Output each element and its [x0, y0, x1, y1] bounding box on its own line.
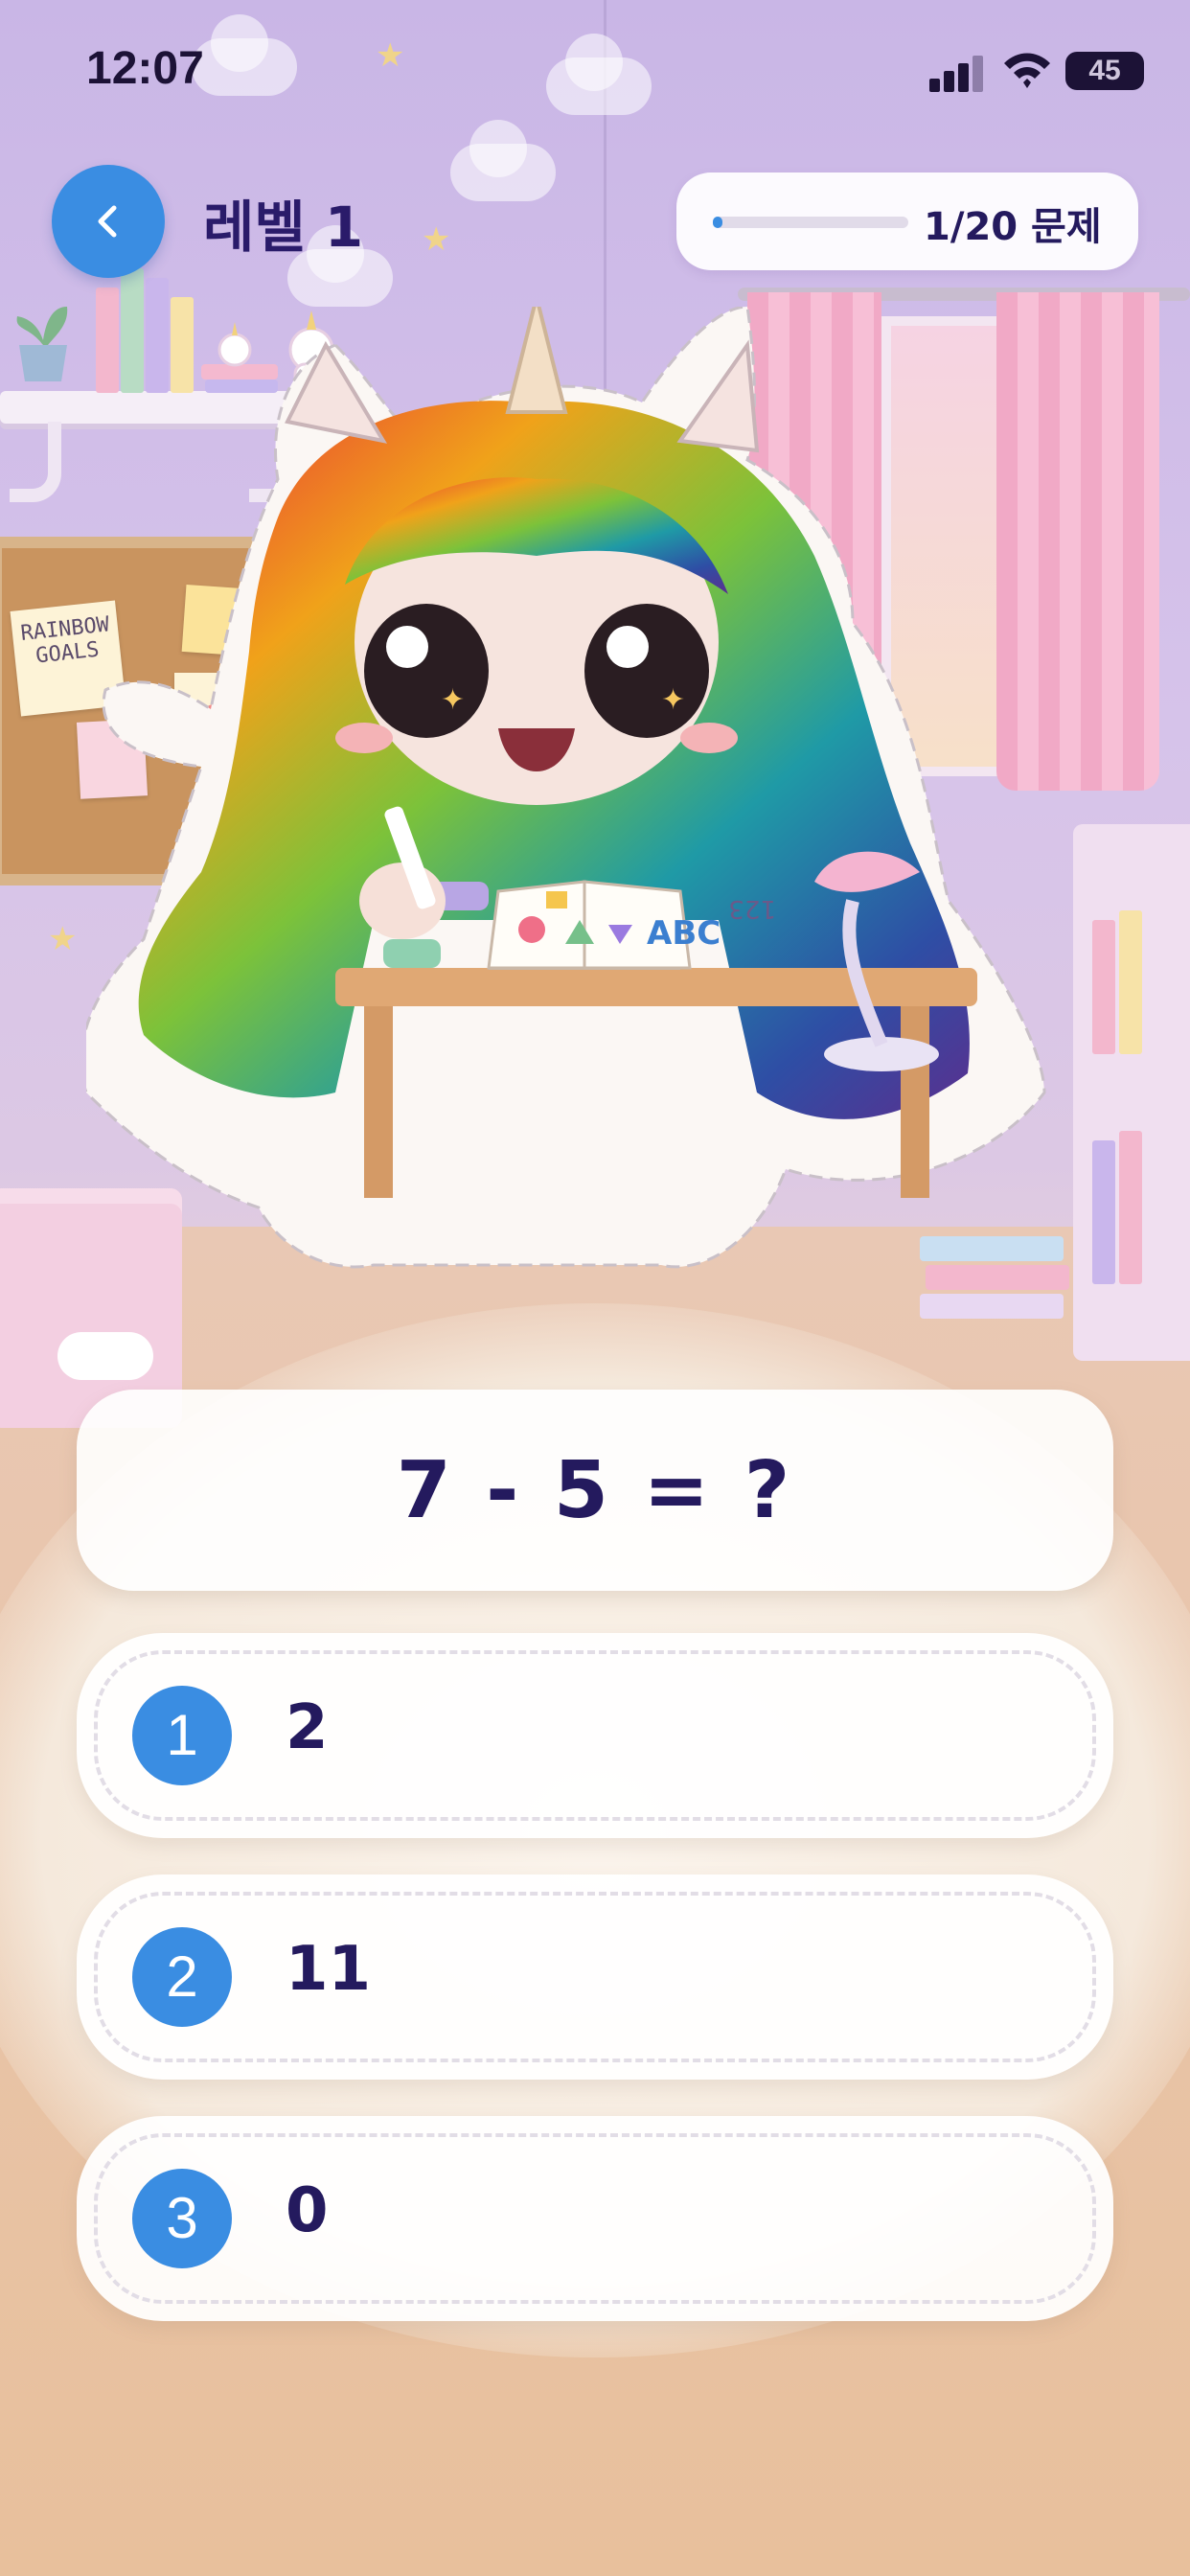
wall-star: ★	[48, 920, 78, 958]
status-bar: 12:07 45	[0, 0, 1190, 144]
answer-number-badge: 3	[132, 2169, 232, 2268]
toy-box-cloud	[57, 1332, 153, 1380]
answer-value: 11	[286, 1934, 372, 2005]
svg-text:✦: ✦	[441, 683, 465, 717]
answer-number-badge: 2	[132, 1927, 232, 2027]
answer-option-2[interactable]: 2 11	[77, 1874, 1113, 2080]
answer-option-1[interactable]: 1 2	[77, 1633, 1113, 1838]
answer-border	[94, 1892, 1096, 2062]
svg-text:✦: ✦	[661, 683, 685, 717]
answer-border	[94, 2133, 1096, 2304]
wall-cloud	[450, 120, 556, 201]
battery-icon: 45	[1065, 52, 1144, 90]
back-button[interactable]	[52, 165, 165, 278]
book-letters: ABC	[647, 914, 721, 953]
progress-fill	[713, 217, 722, 228]
question-progress: 1/20 문제	[676, 172, 1138, 270]
progress-label: 1/20 문제	[924, 205, 1102, 249]
answer-value: 0	[286, 2175, 329, 2246]
status-time: 12:07	[86, 43, 204, 94]
level-title: 레벨 1	[203, 195, 364, 260]
wall-star: ★	[422, 220, 451, 259]
wifi-icon	[1004, 53, 1050, 88]
chevron-left-icon	[98, 205, 117, 238]
answer-option-3[interactable]: 3 0	[77, 2116, 1113, 2321]
question-text: 7 - 5 = ?	[396, 1444, 794, 1536]
cellular-signal-icon	[929, 56, 985, 92]
answer-border	[94, 1650, 1096, 1821]
shelf-bracket	[10, 422, 61, 502]
unicorn-character-illustration: ✦ ✦ ABC 123	[86, 307, 1046, 1269]
battery-level: 45	[1088, 55, 1121, 86]
book-numbers: 123	[728, 894, 776, 923]
progress-track	[713, 217, 908, 228]
plant-pot-icon	[16, 307, 68, 381]
answer-value: 2	[286, 1692, 329, 1763]
question-card: 7 - 5 = ?	[77, 1390, 1113, 1591]
answer-number-badge: 1	[132, 1686, 232, 1785]
